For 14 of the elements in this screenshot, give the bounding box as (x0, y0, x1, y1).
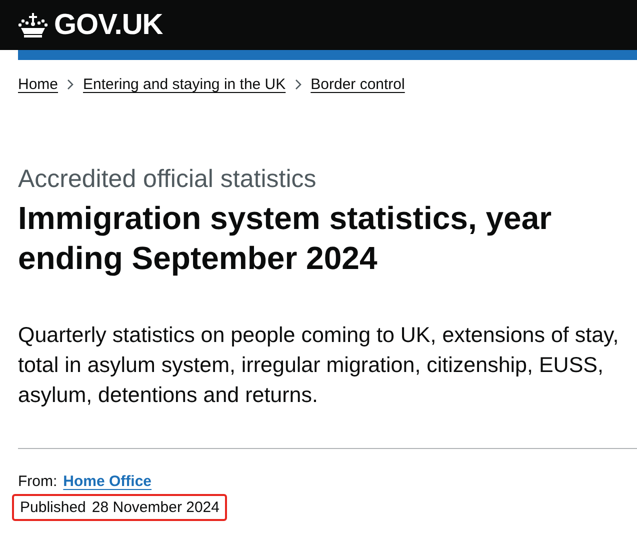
breadcrumb-link[interactable]: Home (18, 76, 58, 93)
organisation-link[interactable]: Home Office (63, 473, 152, 490)
chevron-icon (67, 79, 74, 90)
published-label: Published (20, 499, 86, 516)
page-title: Immigration system statistics, year ending September 2024 (18, 199, 553, 278)
logo-text[interactable]: GOV.UK (54, 8, 163, 42)
from-label: From: (18, 473, 58, 490)
published-date: 28 November 2024 (92, 499, 220, 516)
crown-icon (18, 12, 48, 38)
chevron-icon (294, 79, 302, 90)
description: Quarterly statistics on people coming to UK, extensions of stay, total in asylum system, irregular migration, citizenship, EUSS, asylum, detentions and returns. (18, 322, 620, 409)
breadcrumb-link[interactable]: Border control (310, 76, 405, 93)
caption: Accredited official statistics (18, 165, 318, 194)
breadcrumb-link[interactable]: Entering and staying in the UK (83, 76, 286, 93)
